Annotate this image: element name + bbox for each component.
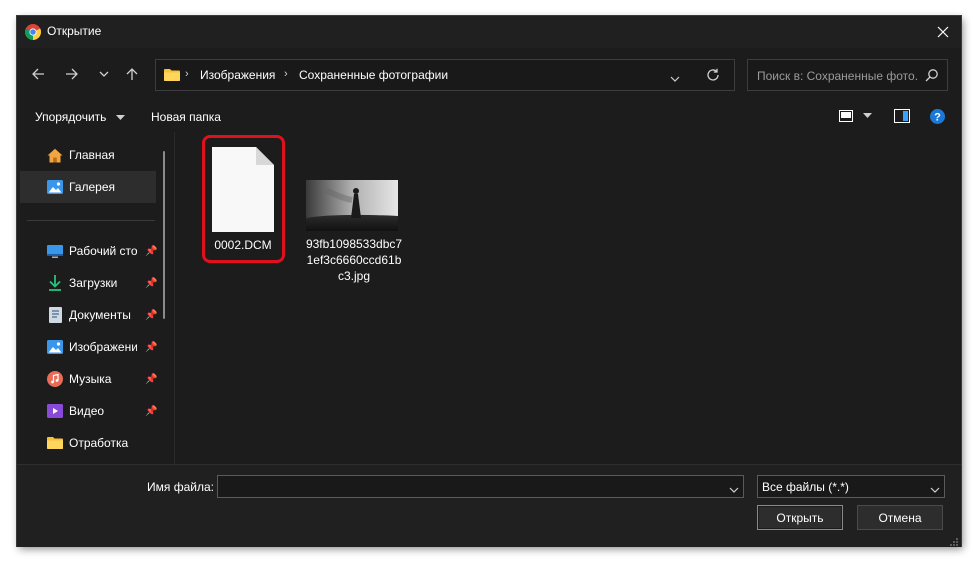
sidebar-item-label: Главная — [69, 148, 115, 162]
open-button[interactable]: Открыть — [757, 505, 843, 530]
pin-icon: 📌 — [145, 405, 158, 417]
back-button[interactable] — [25, 61, 51, 87]
chevron-down-icon — [670, 76, 680, 82]
filetype-select[interactable]: Все файлы (*.*) — [757, 475, 945, 498]
sidebar-item-label: Галерея — [69, 180, 116, 194]
view-icon — [839, 110, 853, 122]
file-item-dcm[interactable]: 0002.DCM — [212, 147, 274, 252]
filename-combobox[interactable] — [217, 475, 744, 498]
breadcrumb-separator-icon: › — [185, 68, 189, 80]
file-name-line-2: 1ef3c6660ccd61b — [306, 253, 402, 267]
breadcrumb-pictures[interactable]: Изображения — [200, 68, 275, 82]
chevron-down-icon — [99, 71, 109, 77]
svg-text:?: ? — [934, 112, 941, 124]
title-bar: Открытие — [17, 16, 961, 48]
address-dropdown-button[interactable] — [670, 71, 680, 89]
arrow-up-icon — [126, 68, 138, 80]
file-name-line-3: c3.jpg — [337, 269, 371, 283]
sidebar-item-pictures[interactable]: Изображения 📌 — [47, 335, 177, 359]
sidebar-item-gallery[interactable]: Галерея — [47, 175, 177, 199]
sidebar-item-desktop[interactable]: Рабочий стол 📌 — [47, 239, 177, 263]
sidebar-item-video[interactable]: Видео 📌 — [47, 399, 177, 423]
search-input[interactable]: Поиск в: Сохраненные фото... — [757, 69, 917, 83]
pictures-icon — [47, 339, 63, 355]
sidebar-item-music[interactable]: Музыка 📌 — [47, 367, 177, 391]
image-thumbnail-icon — [306, 180, 398, 231]
sidebar-divider — [27, 220, 155, 221]
new-folder-button[interactable]: Новая папка — [151, 110, 221, 124]
help-button[interactable]: ? — [930, 109, 945, 129]
sidebar-item-documents[interactable]: Документы 📌 — [47, 303, 177, 327]
chevron-down-icon — [729, 487, 739, 493]
sidebar-item-label: Рабочий стол — [69, 244, 137, 258]
pin-icon: 📌 — [145, 373, 158, 385]
arrow-left-icon — [32, 68, 44, 80]
desktop-icon — [47, 243, 63, 259]
search-icon — [925, 68, 939, 87]
sidebar-item-label: Музыка — [69, 372, 112, 386]
chevron-down-icon — [930, 487, 940, 493]
filename-label: Имя файла: — [147, 480, 214, 494]
help-icon: ? — [930, 109, 945, 124]
filename-dropdown-button[interactable] — [729, 482, 739, 500]
chrome-icon — [24, 24, 42, 41]
resize-grip-icon[interactable] — [949, 534, 959, 552]
sidebar-item-label: Загрузки — [69, 276, 118, 290]
up-button[interactable] — [119, 61, 145, 87]
music-icon — [47, 371, 63, 387]
filetype-value: Все файлы (*.*) — [762, 480, 849, 494]
folder-icon — [47, 435, 63, 451]
window-title: Открытие — [47, 24, 102, 38]
open-file-dialog: Открытие › Изображения › Сохраненные фот… — [17, 16, 961, 547]
download-icon — [47, 275, 63, 291]
caret-down-icon — [863, 113, 873, 118]
sidebar-scrollbar[interactable] — [163, 151, 165, 319]
view-options-button[interactable] — [839, 109, 873, 127]
preview-pane-icon — [894, 109, 910, 123]
gallery-icon — [47, 179, 63, 195]
close-icon — [937, 26, 949, 38]
sidebar-item-label: Изображения — [69, 340, 137, 354]
organize-label: Упорядочить — [35, 110, 107, 124]
search-box[interactable]: Поиск в: Сохраненные фото... — [747, 59, 948, 91]
pin-icon: 📌 — [145, 341, 158, 353]
sidebar-item-home[interactable]: Главная — [47, 143, 177, 167]
sidebar-item-label: Видео — [69, 404, 105, 418]
file-name-line-1: 93fb1098533dbc7 — [305, 237, 403, 251]
refresh-icon — [707, 68, 719, 81]
sidebar-border — [174, 132, 175, 464]
caret-down-icon — [115, 114, 125, 120]
sidebar-item-otrabotka[interactable]: Отработка — [47, 431, 177, 455]
pin-icon: 📌 — [145, 245, 158, 257]
preview-pane-button[interactable] — [894, 109, 910, 128]
address-bar[interactable]: › Изображения › Сохраненные фотографии — [155, 59, 735, 91]
documents-icon — [47, 307, 63, 323]
folder-icon — [164, 68, 180, 87]
organize-button[interactable]: Упорядочить — [35, 110, 125, 124]
cancel-button[interactable]: Отмена — [857, 505, 943, 530]
pin-icon: 📌 — [145, 309, 158, 321]
filetype-dropdown-icon — [930, 482, 940, 500]
document-icon — [212, 147, 274, 232]
home-icon — [47, 147, 63, 163]
sidebar-item-downloads[interactable]: Загрузки 📌 — [47, 271, 177, 295]
pin-icon: 📌 — [145, 277, 158, 289]
close-button[interactable] — [925, 16, 961, 48]
video-icon — [47, 403, 63, 419]
breadcrumb-saved-photos[interactable]: Сохраненные фотографии — [299, 68, 448, 82]
file-item-jpg[interactable]: 93fb1098533dbc7 1ef3c6660ccd61b c3.jpg — [302, 180, 402, 290]
sidebar-item-label: Документы — [69, 308, 131, 322]
forward-button[interactable] — [59, 61, 85, 87]
sidebar-item-label: Отработка — [69, 436, 129, 450]
refresh-button[interactable] — [706, 68, 720, 87]
breadcrumb-separator-icon: › — [284, 68, 288, 80]
arrow-right-icon — [66, 68, 78, 80]
recent-locations-button[interactable] — [91, 61, 117, 87]
file-name: 0002.DCM — [214, 238, 272, 252]
